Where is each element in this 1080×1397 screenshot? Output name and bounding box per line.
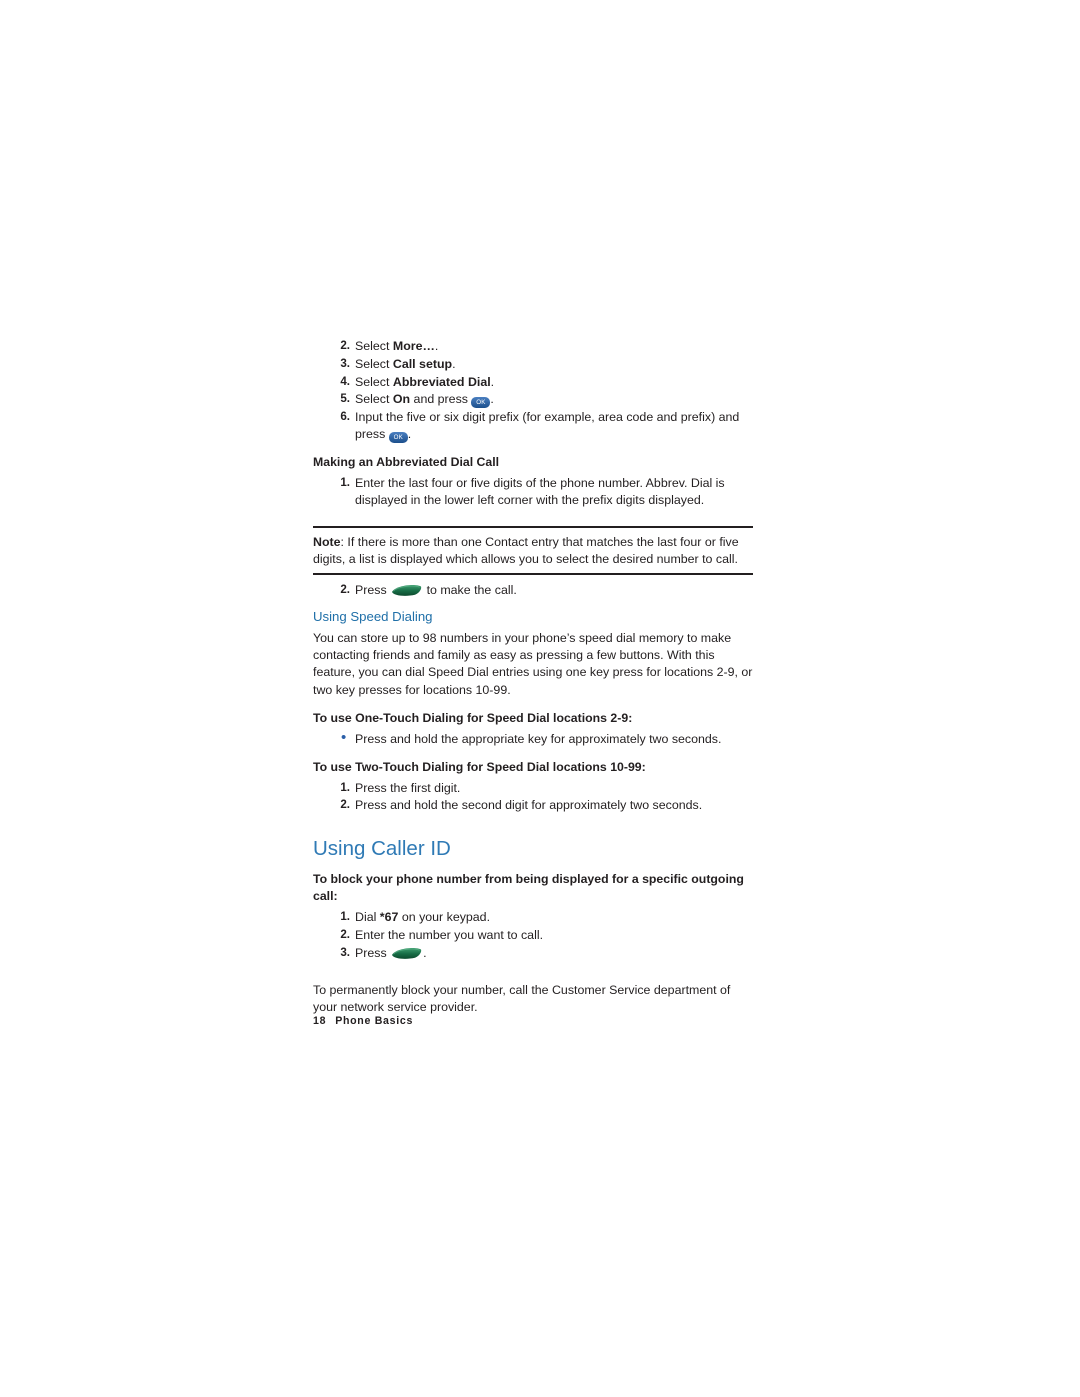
note-body-text: : If there is more than one Contact entr…: [313, 534, 739, 566]
note-label: Note: [313, 534, 341, 549]
list-text: Dial *67 on your keypad.: [355, 910, 491, 925]
list-text: Press to make the call.: [355, 583, 517, 598]
page-footer: 18 Phone Basics: [313, 1015, 413, 1027]
heading-using-speed-dialing: Using Speed Dialing: [313, 608, 433, 624]
list-text: Select Abbreviated Dial.: [355, 374, 495, 389]
list-item: 3. Press .: [313, 945, 753, 962]
list-text: Select Call setup.: [355, 356, 456, 371]
list-text: Enter the number you want to call.: [355, 927, 544, 942]
list-number: 2.: [340, 798, 350, 812]
page-content: 2. Select More…. 3. Select Call setup. 4…: [313, 338, 753, 1016]
note-rule-bottom: [313, 572, 753, 576]
list-text: Enter the last four or five digits of th…: [355, 476, 725, 507]
list-item: 2. Enter the number you want to call.: [313, 927, 753, 944]
list-item: 2. Select More….: [313, 338, 753, 355]
ok-key-icon: OK: [388, 432, 408, 444]
send-key-icon: [390, 946, 423, 960]
list-number: 2.: [340, 927, 350, 941]
list-number: 5.: [340, 392, 350, 406]
list-item: 3. Select Call setup.: [313, 356, 753, 373]
list-number: 1.: [340, 780, 350, 794]
list-item: 2. Press and hold the second digit for a…: [313, 797, 753, 814]
list-item: • Press and hold the appropriate key for…: [313, 728, 753, 748]
heading-two-touch-dialing: To use Two-Touch Dialing for Speed Dial …: [313, 759, 646, 774]
list-text: Press and hold the second digit for appr…: [355, 798, 703, 813]
heading-abbreviated-dial-call: Making an Abbreviated Dial Call: [313, 455, 500, 470]
list-number: 4.: [340, 374, 350, 388]
list-number: 1.: [340, 476, 350, 490]
list-number: 1.: [340, 910, 350, 924]
bullet-icon: •: [341, 728, 347, 746]
document-page: 2. Select More…. 3. Select Call setup. 4…: [0, 0, 1080, 1397]
list-number: 2.: [340, 339, 350, 352]
note-block: Note: If there is more than one Contact …: [313, 525, 753, 576]
paragraph-permanent-block: To permanently block your number, call t…: [313, 982, 731, 1014]
bullet-list-one-touch: • Press and hold the appropriate key for…: [313, 728, 753, 748]
list-item: 5. Select On and press OK.: [313, 391, 753, 409]
list-text: Input the five or six digit prefix (for …: [355, 410, 740, 444]
paragraph-speed-dialing: You can store up to 98 numbers in your p…: [313, 630, 753, 697]
steps-block-list: 1. Dial *67 on your keypad. 2. Enter the…: [313, 909, 753, 961]
list-text: Press the first digit.: [355, 780, 461, 795]
list-item: 4. Select Abbreviated Dial.: [313, 374, 753, 391]
list-text: Press and hold the appropriate key for a…: [355, 731, 722, 746]
note-text: Note: If there is more than one Contact …: [313, 528, 753, 573]
list-number: 2.: [340, 583, 350, 597]
steps-abbrev-list: 1. Enter the last four or five digits of…: [313, 475, 753, 509]
list-item: 6. Input the five or six digit prefix (f…: [313, 409, 753, 444]
list-text: Press .: [355, 945, 427, 960]
send-key-icon: [390, 583, 423, 597]
steps-two-touch-list: 1. Press the first digit. 2. Press and h…: [313, 780, 753, 815]
list-number: 3.: [340, 945, 350, 959]
heading-block-number: To block your phone number from being di…: [313, 872, 744, 904]
list-text: Select More….: [355, 339, 439, 353]
steps-after-note-list: 2. Press to make the call.: [313, 582, 753, 599]
heading-using-caller-id: Using Caller ID: [313, 837, 451, 861]
ok-key-icon: OK: [471, 397, 491, 409]
list-number: 3.: [340, 356, 350, 370]
steps-top-list: 2. Select More…. 3. Select Call setup. 4…: [313, 338, 753, 444]
list-number: 6.: [340, 410, 350, 424]
list-item: 2. Press to make the call.: [313, 582, 753, 599]
footer-page-number: 18: [313, 1015, 327, 1027]
list-item: 1. Press the first digit.: [313, 780, 753, 797]
heading-one-touch-dialing: To use One-Touch Dialing for Speed Dial …: [313, 710, 633, 725]
list-text: Select On and press OK.: [355, 392, 494, 409]
list-item: 1. Enter the last four or five digits of…: [313, 475, 753, 509]
list-item: 1. Dial *67 on your keypad.: [313, 909, 753, 926]
footer-section: Phone Basics: [335, 1015, 414, 1027]
